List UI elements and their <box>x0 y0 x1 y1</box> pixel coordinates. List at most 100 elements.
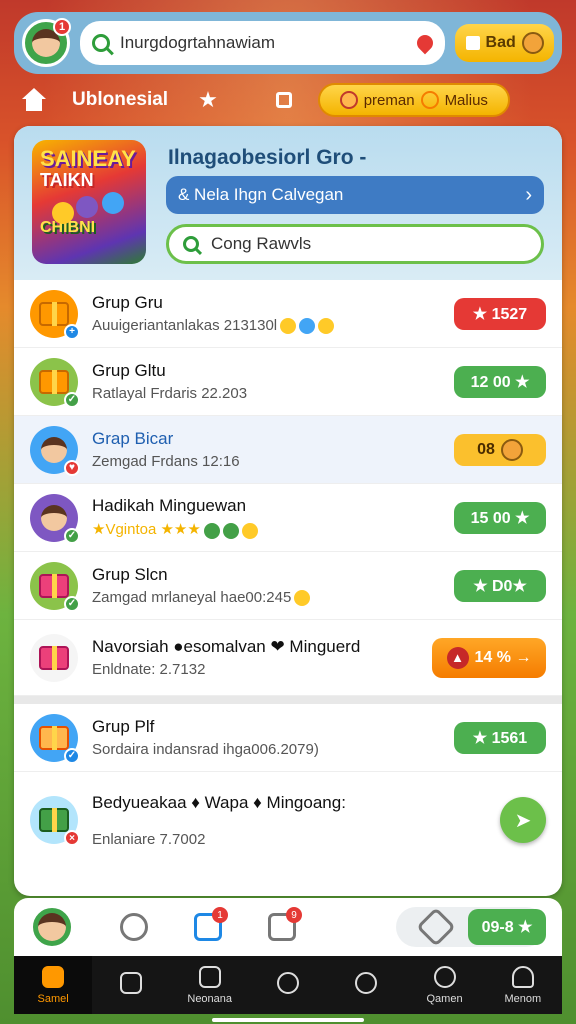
gift-box <box>39 645 69 670</box>
gear-icon <box>433 965 456 988</box>
score-chip[interactable]: 15 00 ★ <box>454 501 546 534</box>
check-badge: ✓ <box>64 527 80 544</box>
check-badge: ✓ <box>64 595 80 612</box>
notification-badge: 1 <box>53 18 71 36</box>
item-title: Grup Gltu <box>92 361 166 380</box>
hero-title: Ilnagaobesiorl Gro - <box>168 146 367 169</box>
list-item[interactable]: + Grup Gru Auuigeriantanlakas 213130l ★ … <box>14 280 562 348</box>
nav-label: Neonana <box>187 992 233 1005</box>
premium-pill[interactable]: preman Malius <box>317 83 510 117</box>
profile-avatar[interactable] <box>30 905 74 949</box>
gift-icon: ✓ <box>30 357 80 408</box>
group-search-text: Cong Rawvls <box>211 234 312 253</box>
gift-icon: × <box>30 796 80 846</box>
gift-box <box>39 573 69 598</box>
bottom-navigation: Samel Neonana Qamen Menom <box>14 956 562 1014</box>
score-chip[interactable]: ★ 1527 <box>454 297 546 330</box>
avatar-face <box>41 504 67 531</box>
item-title: Bedyueakaa ♦ Wapa ♦ Mingoang: <box>92 792 346 812</box>
blue-pill-button[interactable]: & Nela Ihgn Calvegan › <box>166 176 544 214</box>
hexagon-icon <box>416 907 456 947</box>
list-item[interactable]: Navorsiah ●esomalvan ❤ Minguerd Enldnate… <box>14 620 562 696</box>
item-title: Grup Plf <box>92 717 155 736</box>
nav-item-home[interactable]: Samel <box>14 956 93 1014</box>
search-text: Inurgdogrtahnawiam <box>120 33 275 52</box>
list-item[interactable]: ✓ Grup Gltu Ratlayal Frdaris 22.203 12 0… <box>14 348 562 416</box>
home-icon <box>42 965 65 988</box>
chat-icon <box>355 971 378 994</box>
item-subtitle: Zemgad Frdans 12:16 <box>92 453 240 470</box>
box-icon[interactable]: 1 <box>194 907 228 941</box>
gift-box <box>39 301 69 326</box>
group-search-input[interactable]: Cong Rawvls <box>166 224 544 264</box>
gift-box <box>39 369 69 394</box>
send-button[interactable]: ➤ <box>500 797 546 843</box>
section-title: Ublonesial <box>72 89 169 110</box>
avatar-icon: ✓ <box>30 493 80 544</box>
gift-icon: ✓ <box>30 713 80 764</box>
item-title: Grup Gru <box>92 292 163 312</box>
item-subtitle: Auuigeriantanlakas 213130l <box>92 317 454 335</box>
premium-right-label: Malius <box>444 91 488 109</box>
chevron-icon: › <box>525 183 532 206</box>
document-icon[interactable]: 9 <box>268 907 302 941</box>
location-pin-icon[interactable] <box>414 31 437 55</box>
item-title: Hadikah Minguewan <box>92 496 247 516</box>
ring-icon <box>420 91 439 109</box>
item-subtitle: Enldnate: 2.7132 <box>92 661 206 678</box>
item-subtitle: Enlaniare 7.7002 <box>92 830 206 848</box>
nav-item-chat[interactable] <box>327 956 405 1014</box>
gold-button[interactable]: Bad <box>455 24 554 62</box>
square-icon[interactable] <box>275 92 292 108</box>
avatar-face <box>38 913 66 941</box>
hero-section: SAINEAY TAIKN CHIBNI Ilnagaobesiorl Gro … <box>14 126 562 280</box>
section-divider <box>14 696 562 704</box>
search-input[interactable]: Inurgdogrtahnawiam <box>80 21 446 65</box>
avatar-face <box>41 436 67 463</box>
action-chip[interactable]: ▲ 14 % → <box>432 637 546 678</box>
list-item[interactable]: ✓ Hadikah Minguewan ★Vgintoa ★★★ 15 00 ★ <box>14 484 562 552</box>
clock-icon <box>276 971 299 994</box>
list-item[interactable]: × Bedyueakaa ♦ Wapa ♦ Mingoang: Enlaniar… <box>14 772 562 868</box>
item-subtitle: Sordaira indansrad ihga006.2079) <box>92 741 319 758</box>
nav-item-settings[interactable]: Qamen <box>405 956 483 1014</box>
premium-left-label: preman <box>363 91 415 109</box>
gift-icon: ✓ <box>30 561 80 612</box>
item-subtitle: ★Vgintoa ★★★ <box>92 520 454 539</box>
nav-item-profile[interactable]: Menom <box>484 956 562 1014</box>
link-icon[interactable] <box>120 913 148 941</box>
star-icon[interactable]: ★ <box>198 87 218 113</box>
home-indicator[interactable] <box>212 1018 364 1022</box>
list-item[interactable]: ✓ Grup Plf Sordaira indansrad ihga006.20… <box>14 704 562 772</box>
avatar-icon: ♥ <box>30 425 80 476</box>
score-chip[interactable]: ★ D0★ <box>454 569 546 602</box>
gift-icon <box>198 965 221 988</box>
list-item[interactable]: ✓ Grup Slcn Zamgad mrlaneyal hae00:245 ★… <box>14 552 562 620</box>
nav-item-clock[interactable] <box>249 956 327 1014</box>
action-pill[interactable]: 09-8 ★ <box>396 907 546 947</box>
score-chip[interactable]: ★ 1561 <box>454 721 546 754</box>
game-logo[interactable]: SAINEAY TAIKN CHIBNI <box>32 140 146 264</box>
nav-item-gift[interactable]: Neonana <box>171 956 249 1014</box>
gold-button-label: Bad <box>485 34 516 51</box>
nav-item-house[interactable] <box>92 956 170 1014</box>
logo-line-3: CHIBNI <box>40 219 96 236</box>
check-badge: ✓ <box>64 391 80 408</box>
sub-header: Ublonesial ★ preman Malius <box>20 82 556 118</box>
profile-avatar[interactable]: 1 <box>22 18 71 67</box>
main-card: SAINEAY TAIKN CHIBNI Ilnagaobesiorl Gro … <box>14 126 562 896</box>
list-item[interactable]: ♥ Grap Bicar Zemgad Frdans 12:16 08 <box>14 416 562 484</box>
smiley-icon <box>521 32 544 54</box>
search-icon <box>92 34 110 52</box>
logo-line-2: TAIKN <box>40 170 94 190</box>
search-icon <box>183 236 199 252</box>
up-arrow-icon: ▲ <box>446 646 469 669</box>
score-chip[interactable]: 12 00 ★ <box>454 365 546 398</box>
home-icon[interactable] <box>20 88 48 112</box>
item-title: Grap Bicar <box>92 429 174 448</box>
gift-icon <box>30 633 78 682</box>
plus-badge: + <box>64 323 80 340</box>
home-mini-icon <box>465 36 480 50</box>
score-chip[interactable]: 08 <box>454 433 546 466</box>
item-title: Grup Slcn <box>92 564 168 584</box>
